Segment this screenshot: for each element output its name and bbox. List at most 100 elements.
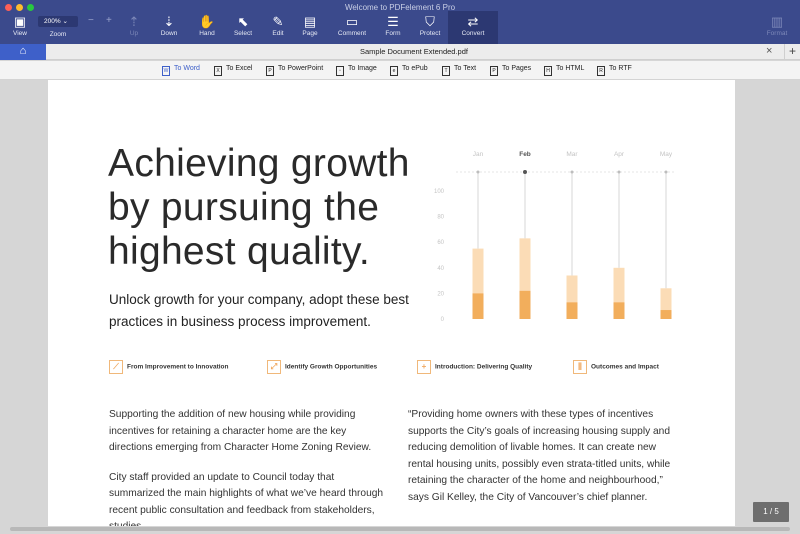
- edit-label: Edit: [272, 30, 284, 37]
- protect-label: Protect: [419, 30, 441, 37]
- hand-icon: ✋: [198, 14, 216, 29]
- form-button[interactable]: ☰ Form: [373, 14, 413, 37]
- feature-label: Introduction: Delivering Quality: [435, 363, 533, 371]
- to-image-label: To Image: [348, 65, 377, 72]
- home-icon: ⌂: [19, 45, 27, 57]
- text-file-icon: T: [442, 66, 450, 76]
- page-button[interactable]: ▤ Page: [290, 14, 330, 37]
- up-arrow-icon: ⇡: [128, 14, 140, 29]
- bar-part: [472, 293, 484, 319]
- format-label: Format: [766, 30, 788, 37]
- to-powerpoint-label: To PowerPoint: [278, 65, 324, 72]
- to-html-button[interactable]: H To HTML: [544, 65, 584, 76]
- zoom-in-button[interactable]: +: [106, 15, 112, 26]
- image-file-icon: ▫: [336, 66, 344, 76]
- zoom-label: Zoom: [49, 31, 67, 38]
- to-text-label: To Text: [454, 65, 477, 72]
- bar-part: [566, 302, 578, 319]
- add-tab-button[interactable]: +: [784, 44, 800, 60]
- feature-label: Outcomes and Impact: [591, 363, 659, 371]
- comment-button[interactable]: ▭ Comment: [332, 14, 372, 37]
- comment-icon: ▭: [345, 14, 359, 29]
- up-label: Up: [129, 30, 139, 37]
- bar-part: [613, 302, 625, 319]
- format-icon: ▥: [770, 14, 784, 29]
- bar-marker: [617, 170, 621, 174]
- down-label: Down: [160, 30, 178, 37]
- x-tick-label: Apr: [614, 151, 625, 158]
- y-tick-label: 100: [434, 189, 445, 195]
- form-label: Form: [385, 30, 401, 37]
- to-word-label: To Word: [174, 65, 200, 72]
- toolbar: Welcome to PDFelement 6 Pro ▣ View 200% …: [0, 0, 800, 44]
- page-up-button[interactable]: ⇡ Up: [114, 14, 154, 37]
- columns-icon: ⫼: [573, 360, 587, 374]
- page-label: Page: [302, 30, 318, 37]
- y-tick-label: 80: [437, 215, 444, 221]
- bar-part: [519, 290, 531, 319]
- format-button[interactable]: ▥ Format: [757, 14, 797, 37]
- hand-tool-button[interactable]: ✋ Hand: [187, 14, 227, 37]
- protect-button[interactable]: ⛉ Protect: [410, 14, 450, 37]
- powerpoint-file-icon: P: [266, 66, 274, 76]
- feature-label: From Improvement to Innovation: [127, 363, 229, 371]
- zoom-out-button[interactable]: −: [88, 15, 94, 26]
- feature-item: + Introduction: Delivering Quality: [417, 360, 532, 374]
- bar-marker: [664, 170, 668, 174]
- bar-marker: [523, 170, 527, 174]
- down-arrow-icon: ⇣: [163, 14, 175, 29]
- convert-icon: ⇄: [467, 14, 479, 29]
- epub-file-icon: e: [390, 66, 398, 76]
- page-icon: ▤: [303, 14, 317, 29]
- expand-icon: ⤢: [267, 360, 281, 374]
- to-pages-label: To Pages: [502, 65, 532, 72]
- x-tick-label: Mar: [566, 151, 578, 158]
- feature-item: ⟋ From Improvement to Innovation: [109, 360, 228, 374]
- x-tick-label: Jan: [473, 151, 484, 158]
- chevron-down-icon: ⌄: [62, 18, 68, 25]
- paragraph: City staff provided an update to Council…: [109, 471, 384, 527]
- home-tab[interactable]: ⌂: [0, 44, 46, 60]
- to-image-button[interactable]: ▫ To Image: [336, 65, 377, 76]
- page-down-button[interactable]: ⇣ Down: [149, 14, 189, 37]
- y-tick-label: 0: [441, 317, 445, 323]
- to-word-button[interactable]: W To Word: [162, 65, 200, 76]
- to-text-button[interactable]: T To Text: [442, 65, 476, 76]
- page-indicator[interactable]: 1 / 5: [753, 502, 789, 522]
- view-label: View: [13, 30, 27, 37]
- y-tick-label: 40: [437, 266, 444, 272]
- zoom-select[interactable]: 200% ⌄: [38, 16, 78, 27]
- horizontal-scrollbar[interactable]: [10, 527, 790, 531]
- feature-item: ⫼ Outcomes and Impact: [573, 360, 659, 374]
- to-excel-label: To Excel: [226, 65, 253, 72]
- bar-marker: [476, 170, 480, 174]
- to-excel-button[interactable]: X To Excel: [214, 65, 252, 76]
- x-tick-label: Feb: [519, 151, 531, 158]
- form-icon: ☰: [387, 14, 399, 29]
- convert-bar: W To Word X To Excel P To PowerPoint ▫ To Im…: [0, 61, 800, 80]
- bar-marker: [570, 170, 574, 174]
- to-epub-label: To ePub: [402, 65, 428, 72]
- document-tab[interactable]: Sample Document Extended.pdf: [46, 44, 782, 60]
- convert-button[interactable]: ⇄ Convert: [453, 14, 493, 37]
- hand-label: Hand: [199, 30, 215, 37]
- close-tab-icon[interactable]: ×: [766, 45, 772, 57]
- tab-bar: ⌂ Sample Document Extended.pdf × +: [0, 44, 800, 60]
- y-tick-label: 20: [437, 291, 444, 297]
- quote-paragraph: “Providing home owners with these types …: [408, 409, 671, 503]
- right-column: “Providing home owners with these types …: [408, 407, 683, 519]
- to-rtf-button[interactable]: R To RTF: [597, 65, 632, 76]
- feature-label: Identify Growth Opportunities: [285, 363, 378, 371]
- view-button[interactable]: ▣ View: [0, 14, 40, 37]
- diagonal-lines-icon: ⟋: [109, 360, 123, 374]
- comment-label: Comment: [337, 30, 367, 37]
- bar-part: [660, 310, 672, 319]
- plus-grid-icon: +: [417, 360, 431, 374]
- window-title: Welcome to PDFelement 6 Pro: [344, 3, 456, 12]
- select-tool-button[interactable]: ⬉ Select: [223, 14, 263, 37]
- x-tick-label: May: [660, 151, 673, 158]
- rtf-file-icon: R: [597, 66, 605, 76]
- to-powerpoint-button[interactable]: P To PowerPoint: [266, 65, 323, 76]
- to-epub-button[interactable]: e To ePub: [390, 65, 428, 76]
- to-pages-button[interactable]: P To Pages: [490, 65, 531, 76]
